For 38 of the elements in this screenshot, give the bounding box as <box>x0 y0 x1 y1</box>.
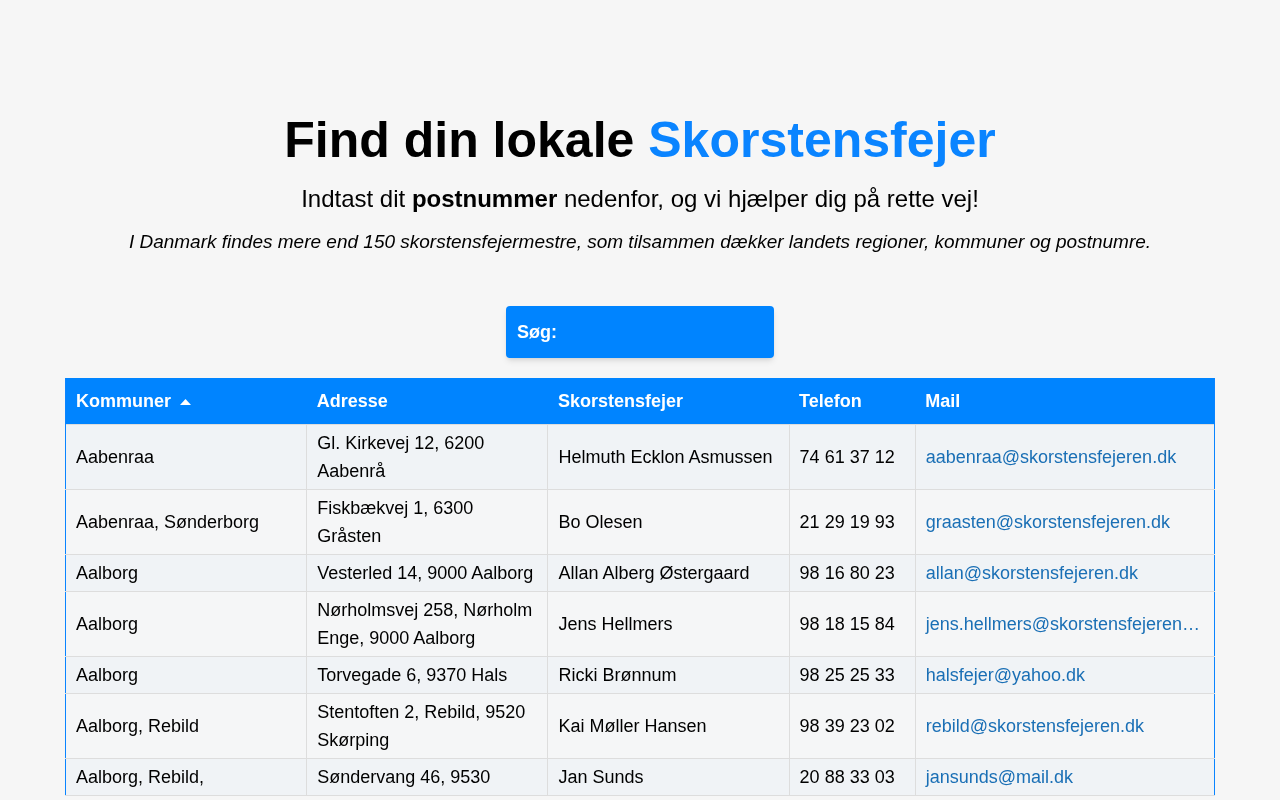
table-cell: Aalborg <box>76 613 139 634</box>
table-cell: Kai Møller Hansen <box>558 715 707 736</box>
table-cell: Ricki Brønnum <box>558 664 677 685</box>
column-header[interactable]: Kommuner <box>65 378 307 424</box>
table-cell: Jens Hellmers <box>558 613 673 634</box>
table-cell: Aalborg <box>76 664 139 685</box>
table-cell: 21 29 19 93 <box>799 511 895 532</box>
table-cell: 98 39 23 02 <box>799 715 895 736</box>
table-cell: Stentoften 2, Rebild, 9520 Skørping <box>317 701 526 750</box>
search-field[interactable]: Søg: <box>506 306 774 358</box>
table-cell: 98 25 25 33 <box>799 664 895 685</box>
page-heading: Find din lokale Skorstensfejer <box>284 111 996 170</box>
sort-caret-icon <box>180 399 191 405</box>
table-cell: Jan Sunds <box>558 766 644 787</box>
table-cell: 20 88 33 03 <box>799 766 895 787</box>
table-cell: Aalborg <box>76 562 139 583</box>
column-header[interactable]: Telefon <box>789 378 916 424</box>
table-cell: Helmuth Ecklon Asmussen <box>558 446 773 467</box>
table-cell: Vesterled 14, 9000 Aalborg <box>317 562 534 583</box>
table-cell: 98 16 80 23 <box>799 562 895 583</box>
table-cell: 74 61 37 12 <box>799 446 895 467</box>
table-cell: Gl. Kirkevej 12, 6200 Aabenrå <box>317 432 485 481</box>
table-cell: Bo Olesen <box>558 511 643 532</box>
column-header[interactable]: Mail <box>915 378 1215 424</box>
table-cell: Allan Alberg Østergaard <box>558 562 750 583</box>
column-header[interactable]: Adresse <box>306 378 548 424</box>
table-cell: Aabenraa, Sønderborg <box>76 511 260 532</box>
table-cell: Torvegade 6, 9370 Hals <box>317 664 508 685</box>
info-text: I Danmark findes mere end 150 skorstensfejermestre, som tilsammen dækker landets regioner, kommuner og postnumre. <box>128 230 1152 254</box>
table-cell: Nørholmsvej 258, Nørholm Enge, 9000 Aalborg <box>317 599 533 648</box>
table-cell: Aalborg, Rebild <box>76 715 200 736</box>
table-cell: Søndervang 46, 9530 <box>317 766 491 787</box>
table-cell: Fiskbækvej 1, 6300 Gråsten <box>317 497 474 546</box>
column-header[interactable]: Skorstensfejer <box>547 378 790 424</box>
subtitle: Indtast dit postnummer nedenfor, og vi hjælper dig på rette vej! <box>301 184 979 214</box>
table-cell: 98 18 15 84 <box>799 613 895 634</box>
table-cell: Aalborg, Rebild, <box>76 766 205 787</box>
table-cell: Aabenraa <box>76 446 155 467</box>
